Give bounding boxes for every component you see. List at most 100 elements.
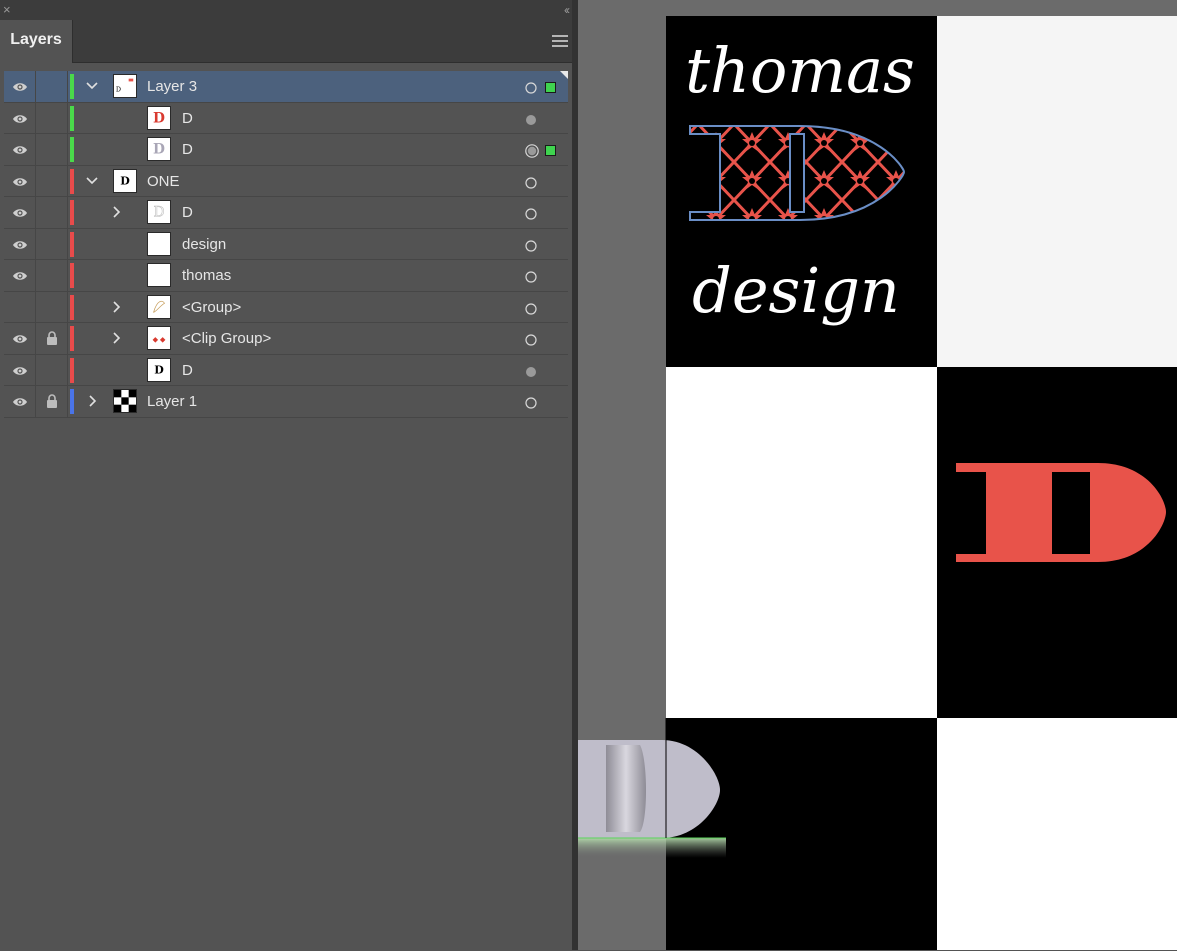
layer-row[interactable]: D ONE <box>4 165 568 197</box>
lock-toggle[interactable] <box>36 260 68 291</box>
layer-name[interactable]: design <box>182 229 226 260</box>
visibility-toggle[interactable] <box>4 228 36 259</box>
layer-name[interactable]: D <box>182 103 193 134</box>
document-canvas[interactable]: thomas design <box>578 0 1177 950</box>
layer-name[interactable]: <Clip Group> <box>182 323 271 354</box>
lock-toggle[interactable] <box>36 71 68 102</box>
layer-row[interactable]: <Clip Group> <box>4 323 568 355</box>
layer-row[interactable]: D Layer 3 <box>4 71 568 103</box>
target-circle-icon[interactable] <box>525 239 537 252</box>
lock-toggle[interactable] <box>36 134 68 165</box>
lock-toggle[interactable] <box>36 197 68 228</box>
target-circle-icon[interactable] <box>525 270 537 283</box>
eye-icon[interactable] <box>12 143 28 155</box>
layer-name[interactable]: <Group> <box>182 292 241 323</box>
chevron-down-icon[interactable] <box>86 79 98 93</box>
layer-thumbnail: D <box>147 357 171 382</box>
tile-black-bottom-left <box>666 718 937 950</box>
visibility-toggle[interactable] <box>4 386 36 417</box>
target-circle-icon[interactable] <box>525 113 537 125</box>
lock-toggle[interactable] <box>36 323 68 354</box>
layer-color-bar <box>70 105 74 131</box>
target-circle-icon[interactable] <box>525 396 537 409</box>
eye-icon[interactable] <box>12 238 28 250</box>
layers-list-empty-area[interactable] <box>4 417 568 951</box>
layer-row[interactable]: DD <box>4 102 568 134</box>
layer-color-bar <box>70 168 74 194</box>
selected-art-indicator[interactable] <box>545 82 556 93</box>
lock-toggle[interactable] <box>36 354 68 385</box>
layer-thumbnail: D <box>147 200 171 224</box>
layer-row[interactable]: DD <box>4 134 568 166</box>
layer-color-bar <box>70 137 74 162</box>
chevron-right-icon[interactable] <box>110 331 122 345</box>
lock-toggle[interactable] <box>36 386 68 417</box>
layer-row[interactable]: Layer 1 <box>4 386 568 418</box>
lock-icon[interactable] <box>46 394 58 408</box>
chevron-down-icon[interactable] <box>86 174 98 188</box>
target-circle-icon[interactable] <box>525 176 537 189</box>
lock-toggle[interactable] <box>36 291 68 322</box>
target-circle-icon[interactable] <box>525 333 537 346</box>
visibility-toggle[interactable] <box>4 71 36 102</box>
close-icon[interactable]: × <box>3 2 11 18</box>
selected-art-indicator[interactable] <box>545 145 556 156</box>
thomas-script-text: thomas <box>685 34 915 107</box>
layer-name[interactable]: ONE <box>147 166 180 197</box>
layer-row[interactable]: DD <box>4 197 568 229</box>
target-circle-icon[interactable] <box>525 302 537 315</box>
layer-name[interactable]: Layer 3 <box>147 71 197 102</box>
tile-white-bottom-right <box>937 718 1177 950</box>
svg-text:D: D <box>153 110 165 126</box>
eye-icon[interactable] <box>12 395 28 407</box>
eye-icon[interactable] <box>12 112 28 124</box>
visibility-toggle[interactable] <box>4 291 36 322</box>
eye-icon[interactable] <box>12 80 28 92</box>
tab-layers[interactable]: Layers <box>0 20 73 63</box>
layer-name[interactable]: Layer 1 <box>147 386 197 417</box>
visibility-toggle[interactable] <box>4 323 36 354</box>
layer-name[interactable]: thomas <box>182 260 231 291</box>
svg-text:D: D <box>153 205 164 221</box>
layer-thumbnail: D <box>147 105 171 130</box>
chevron-right-icon[interactable] <box>86 394 98 408</box>
layers-list: D Layer 3 D D D D D ONE D Ddesign thomas <Group> <Cl… <box>4 71 568 418</box>
layer-row[interactable]: <Group> <box>4 291 568 323</box>
visibility-toggle[interactable] <box>4 354 36 385</box>
chevron-right-icon[interactable] <box>110 300 122 314</box>
layer-name[interactable]: D <box>182 355 193 386</box>
visibility-toggle[interactable] <box>4 165 36 196</box>
visibility-toggle[interactable] <box>4 260 36 291</box>
target-circle-icon[interactable] <box>525 207 537 220</box>
tile-white-top-right <box>937 16 1177 367</box>
layer-name[interactable]: D <box>182 197 193 228</box>
lock-toggle[interactable] <box>36 228 68 259</box>
hamburger-icon[interactable] <box>552 35 568 47</box>
chevron-right-icon[interactable] <box>110 205 122 219</box>
lock-toggle[interactable] <box>36 165 68 196</box>
layer-row[interactable]: thomas <box>4 260 568 292</box>
layers-panel: × ‹‹ Layers D Layer 3 D D D D D ONE D Ddesign thom… <box>0 0 572 950</box>
eye-icon[interactable] <box>12 332 28 344</box>
collapse-panel-icon[interactable]: ‹‹ <box>564 2 570 18</box>
layer-color-bar <box>70 231 74 257</box>
layer-color-bar <box>70 200 74 225</box>
layer-row[interactable]: design <box>4 228 568 260</box>
target-circle-icon[interactable] <box>525 365 537 377</box>
lock-toggle[interactable] <box>36 102 68 133</box>
target-circle-icon[interactable] <box>525 144 539 158</box>
visibility-toggle[interactable] <box>4 102 36 133</box>
panel-titlebar: × ‹‹ <box>0 0 572 20</box>
visibility-toggle[interactable] <box>4 197 36 228</box>
lock-icon[interactable] <box>46 331 58 345</box>
target-circle-icon[interactable] <box>525 81 537 94</box>
eye-icon[interactable] <box>12 364 28 376</box>
layer-color-bar <box>70 326 74 351</box>
layer-row[interactable]: DD <box>4 354 568 386</box>
eye-icon[interactable] <box>12 269 28 281</box>
eye-icon[interactable] <box>12 175 28 187</box>
layer-name[interactable]: D <box>182 134 193 165</box>
current-layer-corner <box>560 71 568 79</box>
eye-icon[interactable] <box>12 206 28 218</box>
visibility-toggle[interactable] <box>4 134 36 165</box>
